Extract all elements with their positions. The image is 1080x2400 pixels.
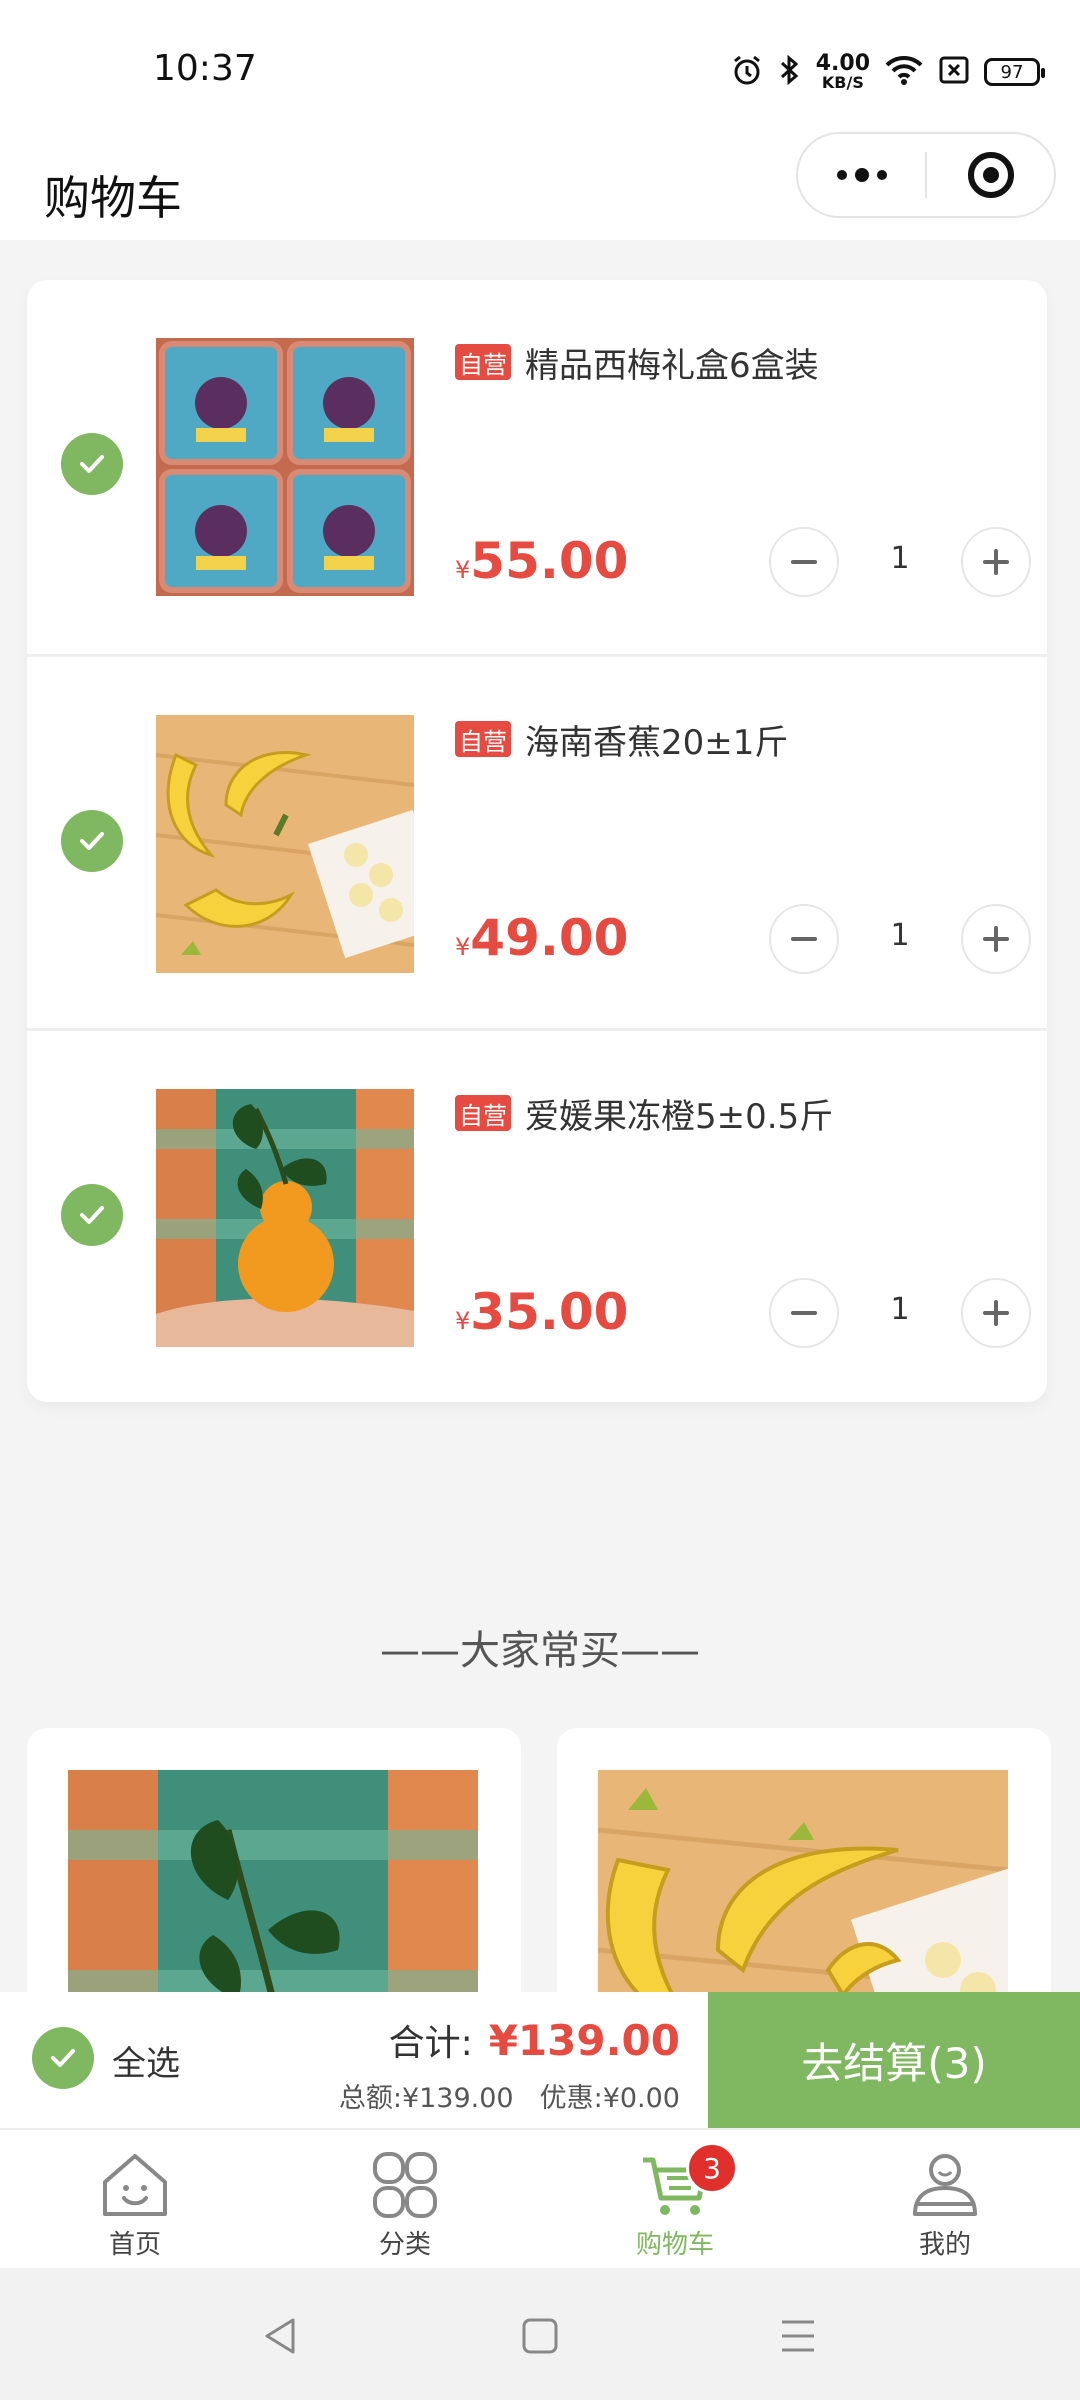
decrease-button[interactable] <box>769 527 839 597</box>
product-price: ¥35.00 <box>455 1283 629 1341</box>
system-navigation-bar <box>0 2268 1080 2400</box>
product-image-prune-gift-box[interactable] <box>156 338 414 596</box>
subtotal-text: 总额:¥139.00 <box>338 2083 514 2114</box>
tab-bar: 首页 分类 3 购物车 我的 <box>0 2128 1080 2268</box>
total-line: 合计: ¥139.00 <box>389 2014 680 2066</box>
quantity-stepper: 1 <box>769 527 1031 597</box>
wifi-icon <box>884 53 924 91</box>
cart-badge: 3 <box>686 2142 738 2194</box>
more-dots-icon[interactable] <box>798 168 925 182</box>
quantity-value: 1 <box>890 1292 910 1327</box>
category-icon <box>373 2152 437 2218</box>
cart-item: 自营 海南香蕉20±1斤 ¥49.00 1 <box>27 654 1047 1028</box>
minus-icon <box>791 1311 817 1315</box>
minus-icon <box>791 560 817 564</box>
item-check-icon[interactable] <box>61 810 123 872</box>
quantity-stepper: 1 <box>769 904 1031 974</box>
tab-home[interactable]: 首页 <box>0 2130 270 2268</box>
quantity-stepper: 1 <box>769 1278 1031 1348</box>
target-icon[interactable] <box>927 152 1054 198</box>
profile-icon <box>913 2154 977 2216</box>
product-image-orange-in-hand[interactable] <box>156 1089 414 1347</box>
tab-profile[interactable]: 我的 <box>810 2130 1080 2268</box>
plus-icon <box>983 1300 1009 1326</box>
increase-button[interactable] <box>961 527 1031 597</box>
price-breakdown: 总额:¥139.00 优惠:¥0.00 <box>339 2076 680 2115</box>
sim-off-icon <box>938 54 970 90</box>
tab-label: 我的 <box>918 2230 971 2260</box>
miniprogram-capsule <box>796 132 1056 218</box>
tab-cart[interactable]: 3 购物车 <box>540 2130 810 2268</box>
home-icon <box>103 2154 167 2216</box>
back-icon[interactable] <box>253 2308 309 2364</box>
cart-list: 自营 精品西梅礼盒6盒装 ¥55.00 1 自营 海南香蕉20±1斤 ¥49.0… <box>27 280 1047 1402</box>
self-operated-tag: 自营 <box>455 344 511 380</box>
cart-item: 自营 爱媛果冻橙5±0.5斤 ¥35.00 1 <box>27 1028 1047 1402</box>
product-name[interactable]: 海南香蕉20±1斤 <box>525 715 788 764</box>
minus-icon <box>791 937 817 941</box>
alarm-icon <box>730 53 764 91</box>
cart-item: 自营 精品西梅礼盒6盒装 ¥55.00 1 <box>27 280 1047 654</box>
quantity-value: 1 <box>890 918 910 953</box>
total-label: 合计: <box>388 2023 473 2064</box>
quantity-value: 1 <box>890 541 910 576</box>
product-price: ¥49.00 <box>455 909 629 967</box>
item-check-icon[interactable] <box>61 433 123 495</box>
select-all-label[interactable]: 全选 <box>112 2036 180 2085</box>
status-bar: 10:37 4.00 KB/S 97 <box>0 0 1080 140</box>
decrease-button[interactable] <box>769 1278 839 1348</box>
product-image-bananas[interactable] <box>156 715 414 973</box>
menu-lines-icon[interactable] <box>770 2308 826 2364</box>
plus-icon <box>983 926 1009 952</box>
checkout-button[interactable]: 去结算(3) <box>708 1992 1080 2128</box>
self-operated-tag: 自营 <box>455 1095 511 1131</box>
status-icons: 4.00 KB/S 97 <box>730 51 1045 92</box>
tab-label: 购物车 <box>635 2230 714 2260</box>
checkout-bar: 全选 合计: ¥139.00 总额:¥139.00 优惠:¥0.00 去结算(3) <box>0 1992 1080 2128</box>
tab-category[interactable]: 分类 <box>270 2130 540 2268</box>
plus-icon <box>983 549 1009 575</box>
tab-label: 分类 <box>378 2230 431 2260</box>
decrease-button[interactable] <box>769 904 839 974</box>
self-operated-tag: 自营 <box>455 721 511 757</box>
total-amount: ¥139.00 <box>488 2016 680 2065</box>
product-name[interactable]: 爱媛果冻橙5±0.5斤 <box>525 1089 833 1138</box>
select-all-check-icon[interactable] <box>32 2027 94 2089</box>
home-square-icon[interactable] <box>512 2308 568 2364</box>
product-name[interactable]: 精品西梅礼盒6盒装 <box>525 338 819 387</box>
discount-text: 优惠:¥0.00 <box>539 2083 680 2114</box>
recommendation-title: ——大家常买—— <box>380 1628 700 1674</box>
increase-button[interactable] <box>961 1278 1031 1348</box>
product-price: ¥55.00 <box>455 532 629 590</box>
battery-icon: 97 <box>984 58 1045 86</box>
page-title: 购物车 <box>44 171 182 225</box>
bluetooth-icon <box>778 53 802 91</box>
increase-button[interactable] <box>961 904 1031 974</box>
item-check-icon[interactable] <box>61 1184 123 1246</box>
tab-label: 首页 <box>108 2230 161 2260</box>
network-speed: 4.00 KB/S <box>815 51 870 92</box>
status-time: 10:37 <box>153 48 257 89</box>
